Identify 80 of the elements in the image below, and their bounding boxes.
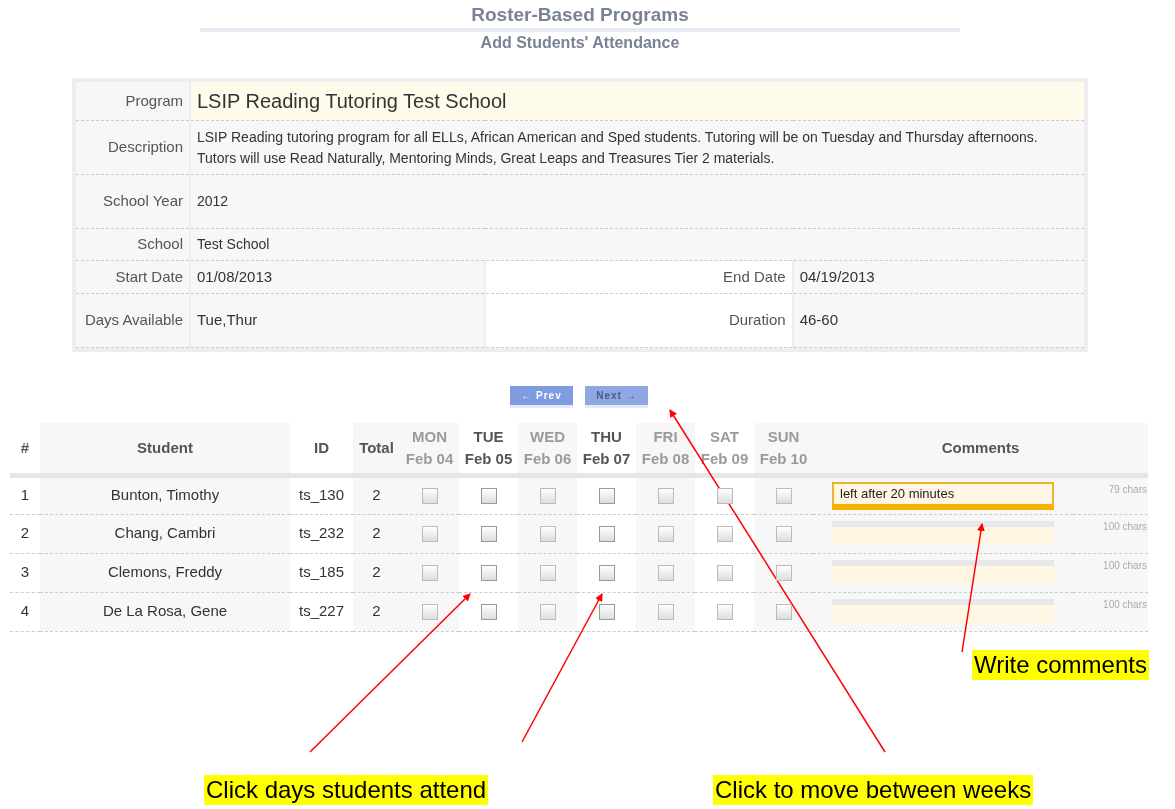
attendance-checkbox[interactable] [421, 604, 438, 621]
attendance-checkbox[interactable] [657, 565, 674, 582]
day-header: SAT [709, 426, 740, 447]
attendance-checkbox[interactable] [598, 565, 615, 582]
field-label: School Year [76, 174, 190, 229]
field-value: LSIP Reading Tutoring Test School [190, 82, 1084, 121]
attendance-checkbox[interactable] [421, 526, 438, 543]
attendance-checkbox[interactable] [539, 604, 556, 621]
char-count: 100 chars [1073, 514, 1148, 553]
day-header: TUE [472, 426, 505, 447]
attendance-checkbox[interactable] [775, 565, 792, 582]
attendance-checkbox[interactable] [598, 526, 615, 543]
day-header: THU [590, 426, 623, 447]
total-count: 2 [353, 475, 400, 514]
attendance-checkbox[interactable] [480, 565, 497, 582]
page-subtitle: Add Students' Attendance [480, 32, 680, 53]
attendance-checkbox[interactable] [421, 565, 438, 582]
attendance-checkbox[interactable] [775, 488, 792, 505]
attendance-checkbox[interactable] [657, 526, 674, 543]
field-value: Test School [190, 228, 1084, 261]
date-header: Feb 08 [640, 448, 691, 469]
date-header: Feb 07 [581, 448, 632, 469]
attendance-checkbox[interactable] [657, 604, 674, 621]
total-count: 2 [353, 553, 400, 592]
attendance-checkbox[interactable] [598, 488, 615, 505]
field-value: 2012 [190, 174, 1084, 229]
attendance-checkbox[interactable] [539, 526, 556, 543]
date-header: Feb 05 [463, 448, 514, 469]
day-header: WED [529, 426, 566, 447]
total-count: 2 [353, 514, 400, 553]
comment-field[interactable] [832, 520, 1054, 545]
attendance-checkbox[interactable] [657, 488, 674, 505]
attendance-checkbox[interactable] [480, 526, 497, 543]
date-header: Feb 04 [404, 448, 455, 469]
callout-label: Write comments [972, 650, 1149, 680]
attendance-checkbox[interactable] [716, 604, 733, 621]
field-label: School [76, 228, 190, 261]
column-header: Total [353, 423, 400, 475]
date-header: Feb 10 [758, 448, 809, 469]
student-name: Clemons, Freddy [40, 553, 290, 592]
attendance-checkbox[interactable] [716, 488, 733, 505]
day-header: FRI [652, 426, 679, 447]
student-name: Bunton, Timothy [40, 475, 290, 514]
attendance-checkbox[interactable] [480, 488, 497, 505]
date-header: Feb 09 [699, 448, 750, 469]
attendance-checkbox[interactable] [716, 565, 733, 582]
day-header: SUN [766, 426, 801, 447]
comment-field[interactable]: left after 20 minutes [832, 481, 1054, 510]
comment-field[interactable] [832, 598, 1054, 623]
column-header: Comments [813, 423, 1148, 475]
total-count: 2 [353, 592, 400, 631]
field-value: 46-60 [792, 293, 1084, 348]
field-label: Duration [484, 293, 793, 348]
attendance-checkbox[interactable] [775, 526, 792, 543]
field-value: LSIP Reading tutoring program for all ELLs, African American and Sped students. Tutoring will be on Tuesday and Thursday afternoons. Tutors will use Read Naturally, Mentoring Minds, Great Leaps and Treasures Tier 2 materials. [190, 120, 1084, 175]
field-label: End Date [484, 260, 793, 294]
date-header: Feb 06 [522, 448, 573, 469]
attendance-checkbox[interactable] [775, 604, 792, 621]
attendance-checkbox[interactable] [421, 488, 438, 505]
callout-label: Click days students attend [204, 775, 489, 805]
student-name: Chang, Cambri [40, 514, 290, 553]
day-header: MON [411, 426, 448, 447]
prev-button[interactable]: ← Prev [510, 386, 573, 405]
field-label: Description [76, 120, 190, 175]
char-count: 100 chars [1073, 592, 1148, 631]
field-label: Start Date [76, 260, 190, 294]
char-count: 79 chars [1073, 475, 1148, 514]
callout-label: Click to move between weeks [713, 775, 1034, 805]
column-header: Student [40, 423, 290, 475]
char-count: 100 chars [1073, 553, 1148, 592]
attendance-checkbox[interactable] [539, 565, 556, 582]
attendance-checkbox[interactable] [598, 604, 615, 621]
student-name: De La Rosa, Gene [40, 592, 290, 631]
field-label: Days Available [76, 293, 190, 348]
attendance-checkbox[interactable] [480, 604, 497, 621]
comment-field[interactable] [832, 559, 1054, 584]
page-title: Roster-Based Programs [471, 4, 689, 26]
attendance-checkbox[interactable] [539, 488, 556, 505]
field-value: 04/19/2013 [792, 260, 1084, 294]
attendance-checkbox[interactable] [716, 526, 733, 543]
